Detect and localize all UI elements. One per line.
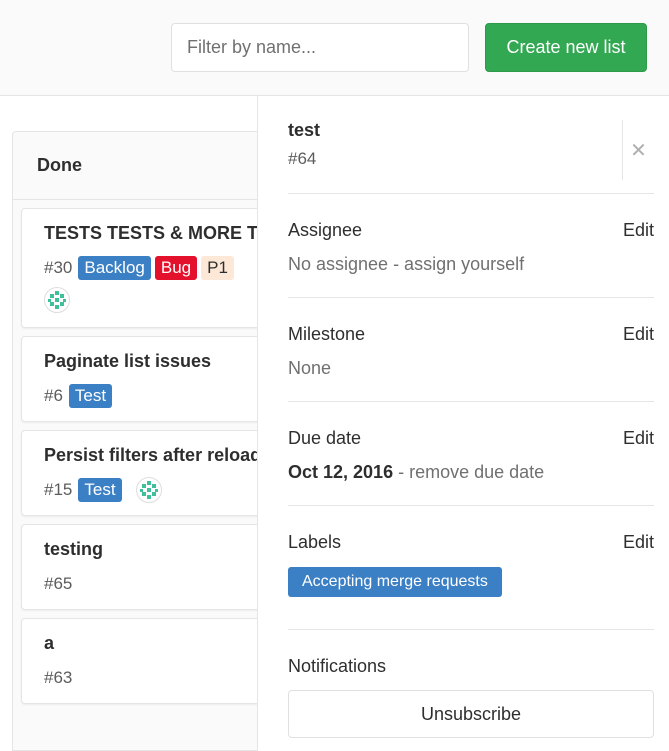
issue-sidebar: test #64 ✕ Assignee Edit No assignee - a…: [257, 96, 669, 751]
labels-edit-link[interactable]: Edit: [623, 530, 654, 554]
issue-label[interactable]: Bug: [154, 256, 198, 280]
issue-card-title[interactable]: a: [44, 631, 271, 655]
notifications-heading: Notifications: [288, 656, 387, 676]
list-header: Done: [13, 132, 272, 200]
issue-number: #65: [44, 574, 73, 593]
assignee-value[interactable]: No assignee - assign yourself: [288, 254, 654, 275]
labels-block: Labels Edit Accepting merge requests: [288, 506, 654, 630]
issue-number: #63: [44, 668, 73, 687]
issue-label[interactable]: P1: [201, 256, 234, 280]
issue-card-title[interactable]: TESTS TESTS & MORE TESTS: [44, 221, 271, 245]
due-date-edit-link[interactable]: Edit: [623, 426, 654, 450]
issue-number: #15: [44, 480, 73, 499]
issue-card-meta: #63: [44, 665, 271, 691]
filter-input[interactable]: [171, 23, 469, 72]
issue-label[interactable]: Test: [68, 384, 113, 408]
due-date: Oct 12, 2016: [288, 462, 394, 482]
close-icon[interactable]: ✕: [622, 120, 654, 180]
issue-card-meta: #65: [44, 571, 271, 597]
labels-heading: Labels: [288, 532, 342, 552]
issue-ref: #64: [288, 149, 317, 168]
assignee-avatar[interactable]: [44, 287, 70, 313]
issue-card[interactable]: testing #65: [21, 524, 272, 610]
milestone-edit-link[interactable]: Edit: [623, 322, 654, 346]
issue-card-meta: #15 Test: [44, 477, 271, 503]
issue-card[interactable]: TESTS TESTS & MORE TESTS #30 BacklogBugP1: [21, 208, 272, 328]
due-date-heading: Due date: [288, 428, 362, 448]
due-date-value: Oct 12, 2016 - remove due date: [288, 462, 654, 483]
issue-card[interactable]: a #63: [21, 618, 272, 704]
milestone-heading: Milestone: [288, 324, 366, 344]
issue-number: #30: [44, 258, 73, 277]
milestone-block: Milestone Edit None: [288, 298, 654, 402]
issue-label[interactable]: Backlog: [78, 256, 151, 280]
issue-card-title[interactable]: Paginate list issues: [44, 349, 271, 373]
issue-card-title[interactable]: Persist filters after reload: [44, 443, 271, 467]
issue-title: test: [288, 120, 321, 140]
assignee-avatar[interactable]: [135, 477, 162, 503]
assignee-block: Assignee Edit No assignee - assign yours…: [288, 194, 654, 298]
assignee-edit-link[interactable]: Edit: [623, 218, 654, 242]
board-toolbar: Create new list: [0, 0, 669, 96]
assignee-heading: Assignee: [288, 220, 363, 240]
remove-due-date-link[interactable]: - remove due date: [393, 462, 544, 482]
sidebar-header: test #64 ✕: [288, 120, 654, 194]
notifications-block: Notifications Unsubscribe: [288, 630, 654, 751]
issue-card-title[interactable]: testing: [44, 537, 271, 561]
label-accepting-merge-requests[interactable]: Accepting merge requests: [288, 567, 502, 597]
card-list: TESTS TESTS & MORE TESTS #30 BacklogBugP1 P…: [13, 200, 272, 704]
issue-label[interactable]: Test: [78, 478, 122, 502]
issue-card[interactable]: Paginate list issues #6 Test: [21, 336, 272, 422]
issue-card-meta: #6 Test: [44, 383, 271, 409]
list-title: Done: [37, 155, 82, 175]
board-list-done: Done TESTS TESTS & MORE TESTS #30 BacklogB…: [12, 131, 272, 751]
unsubscribe-button[interactable]: Unsubscribe: [288, 690, 654, 738]
issue-card[interactable]: Persist filters after reload #15 Test: [21, 430, 272, 516]
issue-card-meta: #30 Backlog Bug P1: [44, 255, 271, 281]
milestone-value: None: [288, 358, 332, 378]
issue-number: #6: [44, 386, 63, 405]
due-date-block: Due date Edit Oct 12, 2016 - remove due …: [288, 402, 654, 506]
create-new-list-button[interactable]: Create new list: [485, 23, 647, 72]
card-avatar-row: [44, 287, 271, 315]
